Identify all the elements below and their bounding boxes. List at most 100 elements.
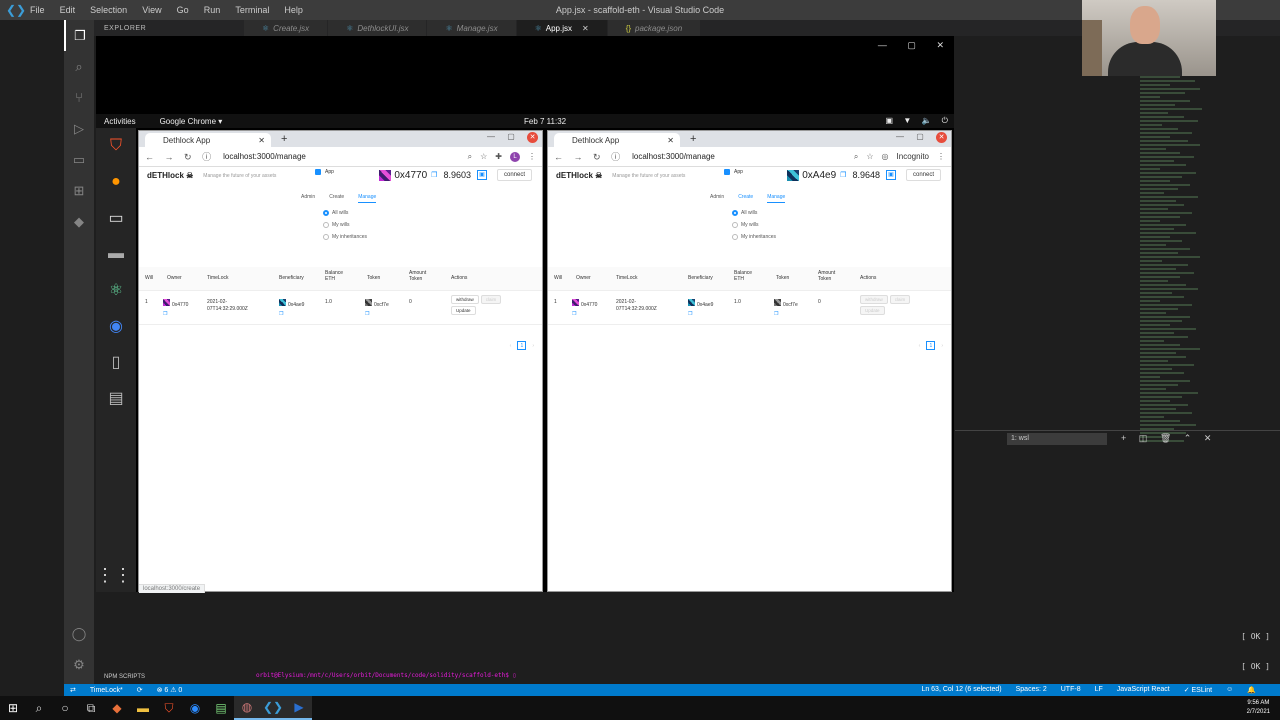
zoom-app-icon[interactable]: ◉ bbox=[182, 696, 208, 720]
copy-icon[interactable]: ❐ bbox=[774, 311, 798, 318]
indentation[interactable]: Spaces: 2 bbox=[1016, 686, 1047, 694]
maximize-icon[interactable]: ▢ bbox=[916, 132, 924, 141]
brave-icon[interactable]: ⛉ bbox=[96, 128, 136, 164]
chevron-up-icon[interactable]: ⌃ bbox=[1184, 433, 1192, 443]
brand[interactable]: dETHlock ☠ bbox=[147, 171, 193, 180]
profile-avatar[interactable]: L bbox=[510, 151, 520, 162]
close-icon[interactable]: ✕ bbox=[582, 24, 589, 33]
files-icon[interactable]: ▭ bbox=[96, 200, 136, 236]
task-view-icon[interactable]: ⧉ bbox=[78, 696, 104, 720]
eslint-status[interactable]: ✓ ESLint bbox=[1184, 686, 1212, 694]
update-button[interactable]: Update bbox=[451, 306, 476, 315]
url-field[interactable]: localhost:3000/manage bbox=[223, 152, 306, 161]
remote-icon[interactable]: ⇄ bbox=[70, 686, 76, 694]
git-branch[interactable]: TimeLock* bbox=[90, 687, 123, 694]
search-icon[interactable]: ⌕ bbox=[64, 51, 94, 82]
claim-button[interactable]: claim bbox=[889, 295, 911, 304]
reload-icon[interactable]: ↻ bbox=[593, 152, 601, 162]
withdraw-button[interactable]: withdraw bbox=[451, 295, 479, 304]
account-icon[interactable]: ◯ bbox=[64, 618, 94, 649]
zoom-icon[interactable]: ⌕ bbox=[854, 152, 858, 162]
trash-icon[interactable]: 🗑 bbox=[1160, 433, 1171, 443]
claim-button[interactable]: claim bbox=[480, 295, 502, 304]
chrome-icon[interactable]: ◉ bbox=[96, 308, 136, 344]
close-icon[interactable]: ✕ bbox=[936, 40, 944, 50]
copy-icon[interactable]: ❐ bbox=[279, 311, 304, 318]
maximize-icon[interactable]: ▢ bbox=[907, 40, 916, 50]
account-address[interactable]: 0xA4e9 bbox=[802, 170, 836, 181]
minimize-icon[interactable]: — bbox=[487, 132, 495, 141]
extensions-icon[interactable]: ⊞ bbox=[64, 175, 94, 206]
account-address[interactable]: 0x4770 bbox=[394, 170, 427, 181]
npm-scripts-section[interactable]: NPM SCRIPTS bbox=[104, 674, 145, 680]
star-icon[interactable]: ☆ bbox=[480, 152, 487, 161]
wallet-icon[interactable]: ▣ bbox=[476, 170, 487, 180]
system-tray[interactable]: ▣ ▼ 🔈 ⏻ bbox=[878, 116, 948, 126]
problems-count[interactable]: ⊗ 6 ⚠ 0 bbox=[157, 686, 183, 694]
close-icon[interactable]: ✕ bbox=[258, 136, 265, 145]
nav-admin[interactable]: Admin bbox=[710, 194, 724, 203]
tab-app-jsx[interactable]: ⚛ App.jsx ✕ bbox=[516, 20, 608, 36]
copy-icon[interactable]: ❐ bbox=[572, 311, 597, 318]
tab-package-json[interactable]: {} package.json bbox=[607, 20, 702, 36]
page-current[interactable]: 1 bbox=[517, 341, 527, 350]
withdraw-button[interactable]: withdraw bbox=[860, 295, 888, 304]
menu-selection[interactable]: Selection bbox=[90, 5, 127, 15]
show-apps-icon[interactable]: ⋮⋮⋮ bbox=[96, 565, 150, 586]
extensions-icon[interactable]: ✚ bbox=[495, 152, 502, 161]
menu-edit[interactable]: Edit bbox=[60, 5, 76, 15]
cortana-icon[interactable]: ○ bbox=[52, 696, 78, 720]
filter-my-inheritances[interactable]: My inheritances bbox=[732, 231, 776, 243]
new-tab-icon[interactable]: + bbox=[281, 133, 287, 145]
docker-icon[interactable]: ◆ bbox=[64, 206, 94, 237]
info-icon[interactable]: ⓘ bbox=[202, 152, 211, 162]
next-page-icon[interactable]: › bbox=[941, 343, 943, 349]
back-icon[interactable]: ← bbox=[554, 152, 563, 162]
split-icon[interactable]: ◫ bbox=[1139, 433, 1148, 443]
close-icon[interactable]: ✕ bbox=[1204, 433, 1212, 443]
app-menu[interactable]: Google Chrome ▾ bbox=[160, 117, 223, 126]
browser-tab[interactable]: Dethlock App ✕ bbox=[145, 133, 271, 147]
maximize-icon[interactable]: ▢ bbox=[507, 132, 515, 141]
language-mode[interactable]: JavaScript React bbox=[1117, 686, 1170, 694]
copy-icon[interactable]: ❐ bbox=[431, 171, 437, 179]
terminal-icon[interactable]: ▬ bbox=[96, 236, 136, 272]
gnome-clock[interactable]: Feb 7 11:32 bbox=[524, 117, 566, 126]
kebab-menu-icon[interactable]: ⋮ bbox=[937, 152, 945, 161]
nav-create[interactable]: Create bbox=[738, 194, 753, 203]
close-icon[interactable]: ✕ bbox=[936, 132, 947, 143]
beneficiary-address[interactable]: 0x4ae9 bbox=[697, 302, 713, 308]
copy-icon[interactable]: ❐ bbox=[163, 311, 188, 318]
info-icon[interactable]: ⓘ bbox=[611, 152, 620, 162]
app-icon[interactable]: ◆ bbox=[104, 696, 130, 720]
menu-go[interactable]: Go bbox=[177, 5, 189, 15]
wallet-icon[interactable]: ▣ bbox=[885, 170, 896, 180]
token-address[interactable]: 0xcf7e bbox=[783, 302, 798, 308]
sync-icon[interactable]: ⟳ bbox=[137, 686, 143, 694]
activities-button[interactable]: Activities bbox=[104, 117, 136, 126]
source-control-icon[interactable]: ⑂ bbox=[64, 82, 94, 113]
nav-create[interactable]: Create bbox=[329, 194, 344, 203]
prev-page-icon[interactable]: ‹ bbox=[510, 343, 512, 349]
cursor-position[interactable]: Ln 63, Col 12 (6 selected) bbox=[921, 686, 1001, 694]
beneficiary-address[interactable]: 0x4ae9 bbox=[288, 302, 304, 308]
app-checkbox[interactable]: App bbox=[724, 169, 743, 175]
explorer-icon[interactable]: ❐ bbox=[64, 20, 94, 51]
brave-icon[interactable]: ⛉ bbox=[156, 696, 182, 720]
nav-admin[interactable]: Admin bbox=[301, 194, 315, 203]
text-editor-icon[interactable]: ▯ bbox=[96, 344, 136, 380]
windows-start-icon[interactable]: ⊞ bbox=[0, 696, 26, 720]
close-icon[interactable]: ✕ bbox=[527, 132, 538, 143]
search-icon[interactable]: ⌕ bbox=[26, 696, 52, 720]
app-checkbox[interactable]: App bbox=[315, 169, 334, 175]
tab-create-jsx[interactable]: ⚛ Create.jsx bbox=[244, 20, 329, 36]
copy-icon[interactable]: ❐ bbox=[840, 171, 846, 179]
remote-explorer-icon[interactable]: ▭ bbox=[64, 144, 94, 175]
obs-icon[interactable]: ◍ bbox=[234, 696, 260, 720]
minimize-icon[interactable]: — bbox=[896, 132, 904, 141]
filter-my-wills[interactable]: My wills bbox=[323, 219, 367, 231]
back-icon[interactable]: ← bbox=[145, 152, 154, 162]
owner-address[interactable]: 0x4770 bbox=[172, 302, 188, 308]
connect-button[interactable]: connect bbox=[496, 169, 532, 181]
forward-icon[interactable]: → bbox=[574, 152, 583, 162]
